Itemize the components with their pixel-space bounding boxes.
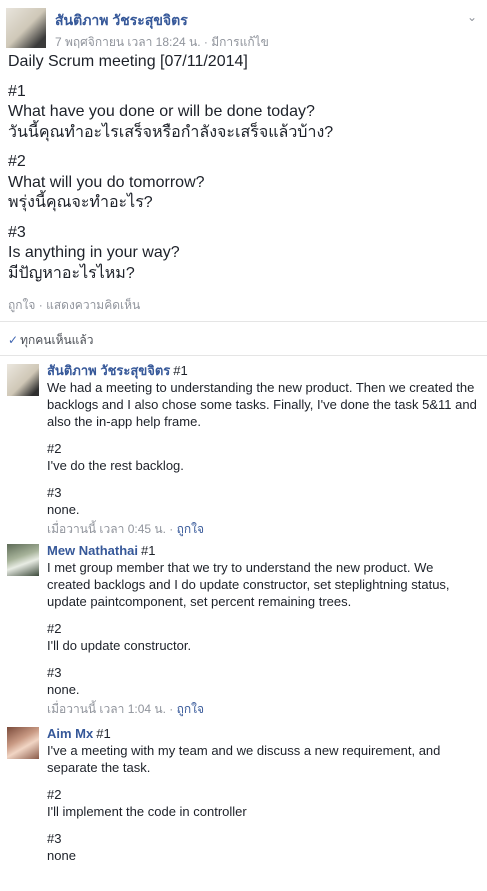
meta-separator: ·: [165, 702, 177, 716]
comment-line: #2: [47, 621, 62, 636]
comment-line: none.: [47, 502, 80, 517]
like-button[interactable]: ถูกใจ: [8, 298, 35, 312]
comment-line: I've a meeting with my team and we discu…: [47, 743, 441, 775]
comment: Aim Mx #1 I've a meeting with my team and…: [0, 725, 487, 864]
comment-line: none.: [47, 682, 80, 697]
comment-line: #2: [47, 787, 62, 802]
comment-line: #1: [141, 543, 156, 558]
commenter-name[interactable]: Aim Mx: [47, 726, 93, 741]
commenter-name[interactable]: Mew Nathathai: [47, 543, 138, 558]
post-line: What will you do tomorrow?: [8, 173, 205, 191]
comment: สันติภาพ วัชระสุขจิตร #1 We had a meeting…: [0, 362, 487, 542]
comment-line: I've do the rest backlog.: [47, 458, 184, 473]
comment-text: Aim Mx #1 I've a meeting with my team and…: [47, 725, 479, 864]
post-line: #2: [8, 153, 26, 170]
post-body: Daily Scrum meeting [07/11/2014] #1 What…: [0, 52, 487, 284]
comment-time[interactable]: เมื่อวานนี้ เวลา 0:45 น.: [47, 522, 166, 536]
post-line: วันนี้คุณทำอะไรเสร็จหรือกำลังจะเสร็จแล้ว…: [8, 123, 334, 141]
comment-line: We had a meeting to understanding the ne…: [47, 380, 477, 429]
comment-like-button[interactable]: ถูกใจ: [177, 702, 204, 716]
comment-line: #2: [47, 441, 62, 456]
post-line: Is anything in your way?: [8, 244, 180, 261]
author-avatar[interactable]: [6, 8, 46, 48]
post-line: #3: [8, 223, 26, 241]
post-line: พรุ่งนี้คุณจะทำอะไร?: [8, 194, 153, 211]
comment-meta: เมื่อวานนี้ เวลา 1:04 น. · ถูกใจ: [47, 700, 479, 716]
comment-line: #3: [47, 831, 62, 846]
edited-label[interactable]: มีการแก้ไข: [211, 35, 269, 49]
comment: Mew Nathathai #1 I met group member that …: [0, 542, 487, 725]
comment-line: I'll implement the code in controller: [47, 804, 247, 819]
comment-button[interactable]: แสดงความคิดเห็น: [46, 298, 140, 312]
post-author[interactable]: สันติภาพ วัชระสุขจิตร: [55, 10, 188, 32]
seen-by-indicator[interactable]: ✓ ทุกคนเห็นแล้ว: [0, 321, 487, 349]
comment-line: #3: [47, 485, 62, 500]
comment-time[interactable]: เมื่อวานนี้ เวลา 1:04 น.: [47, 702, 166, 716]
comment-text: Mew Nathathai #1 I met group member that …: [47, 542, 479, 698]
commenter-avatar[interactable]: [7, 727, 39, 759]
post-line: What have you done or will be done today…: [8, 103, 315, 120]
seen-label: ทุกคนเห็นแล้ว: [20, 333, 94, 347]
comment-line: #1: [173, 363, 188, 378]
meta-separator: ·: [165, 522, 177, 536]
comment-line: I'll do update constructor.: [47, 638, 192, 653]
post-line: #1: [8, 82, 26, 100]
commenter-avatar[interactable]: [7, 364, 39, 396]
comment-like-button[interactable]: ถูกใจ: [177, 522, 204, 536]
action-separator: ·: [35, 298, 47, 312]
commenter-avatar[interactable]: [7, 544, 39, 576]
comment-text: สันติภาพ วัชระสุขจิตร #1 We had a meeting…: [47, 362, 479, 518]
post-header: สันติภาพ วัชระสุขจิตร 7 พฤศจิกายน เวลา 1…: [0, 0, 487, 52]
commenter-name[interactable]: สันติภาพ วัชระสุขจิตร: [47, 363, 170, 378]
comment-list: สันติภาพ วัชระสุขจิตร #1 We had a meeting…: [0, 355, 487, 864]
comment-line: #3: [47, 665, 62, 680]
comment-line: I met group member that we try to unders…: [47, 560, 450, 609]
post: สันติภาพ วัชระสุขจิตร 7 พฤศจิกายน เวลา 1…: [0, 0, 487, 864]
comment-meta: เมื่อวานนี้ เวลา 0:45 น. · ถูกใจ: [47, 520, 479, 536]
check-icon: ✓: [8, 333, 19, 347]
comment-line: #1: [96, 726, 111, 741]
post-meta: 7 พฤศจิกายน เวลา 18:24 น. · มีการแก้ไข: [55, 33, 269, 52]
post-line: มีปัญหาอะไรไหม?: [8, 264, 135, 282]
post-date[interactable]: 7 พฤศจิกายน เวลา 18:24 น.: [55, 35, 201, 49]
meta-separator: ·: [200, 35, 212, 49]
comment-line: none: [47, 848, 76, 863]
post-actions: ถูกใจ · แสดงความคิดเห็น: [0, 296, 487, 316]
chevron-down-icon[interactable]: ⌄: [467, 10, 477, 24]
post-line: Daily Scrum meeting [07/11/2014]: [8, 53, 248, 70]
